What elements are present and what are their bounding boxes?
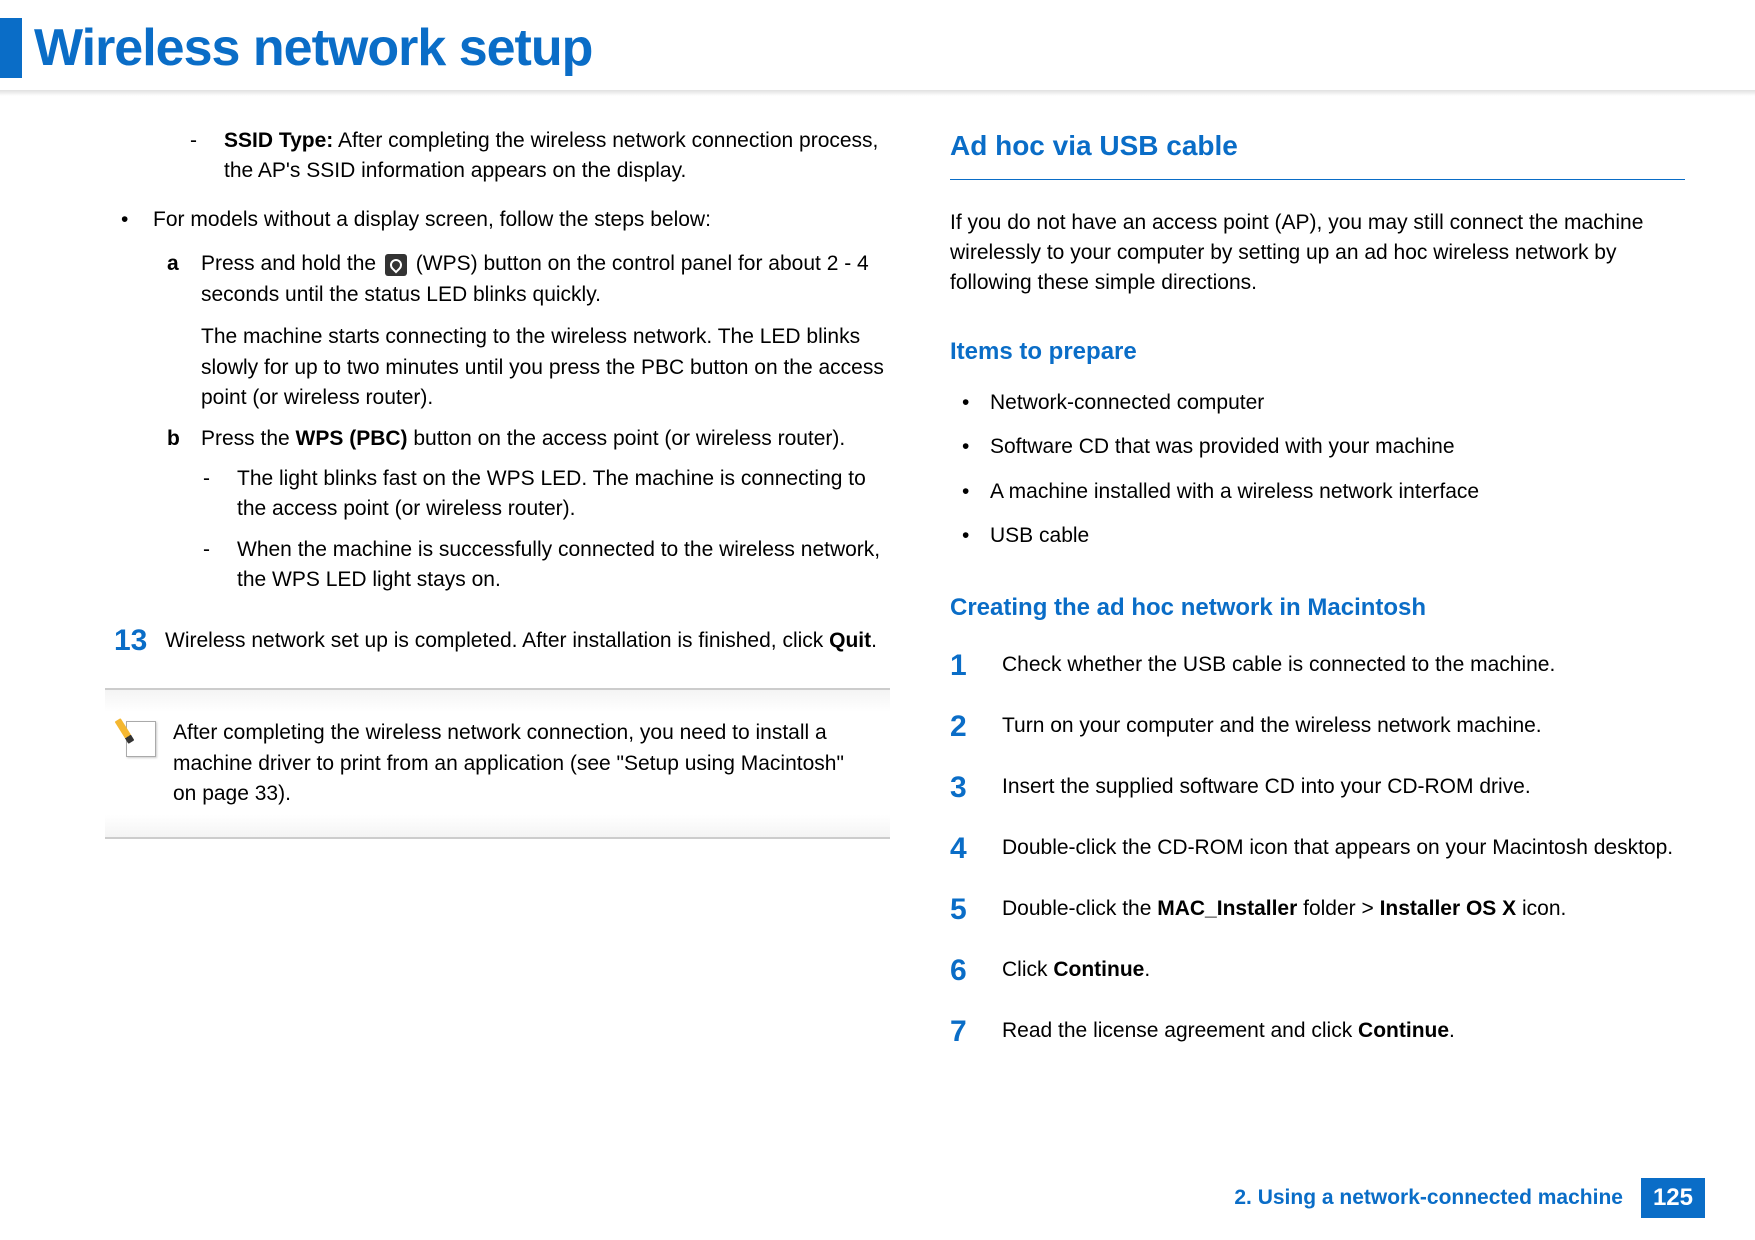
step-a-content: Press and hold the (WPS) button on the c… [201, 249, 890, 413]
step-13: 13 Wireless network set up is completed.… [105, 624, 890, 656]
step-text: Insert the supplied software CD into you… [1002, 772, 1685, 803]
adhoc-intro: If you do not have an access point (AP),… [950, 208, 1685, 299]
step-number: 4 [950, 833, 1002, 864]
step-b: b Press the WPS (PBC) button on the acce… [155, 424, 890, 454]
adhoc-step: 2Turn on your computer and the wireless … [950, 711, 1685, 742]
no-display-text: For models without a display screen, fol… [153, 205, 711, 235]
create-heading: Creating the ad hoc network in Macintosh [950, 591, 1685, 626]
step-b-dash1: - The light blinks fast on the WPS LED. … [155, 464, 890, 525]
step-number: 3 [950, 772, 1002, 803]
adhoc-step: 6Click Continue. [950, 955, 1685, 986]
prepare-item: •USB cable [950, 521, 1685, 551]
step-text: Turn on your computer and the wireless n… [1002, 711, 1685, 742]
bullet-marker: • [950, 432, 990, 462]
step-text: Double-click the CD-ROM icon that appear… [1002, 833, 1685, 864]
dash-marker: - [190, 126, 224, 187]
ssid-type-text: SSID Type: After completing the wireless… [224, 126, 890, 187]
footer: 2. Using a network-connected machine 125 [1234, 1178, 1705, 1218]
dash-marker: - [203, 535, 237, 596]
prepare-item: •Network-connected computer [950, 388, 1685, 418]
prepare-item-text: A machine installed with a wireless netw… [990, 477, 1479, 507]
adhoc-step: 1Check whether the USB cable is connecte… [950, 650, 1685, 681]
b-dash1-text: The light blinks fast on the WPS LED. Th… [237, 464, 890, 525]
prepare-item-text: USB cable [990, 521, 1089, 551]
step-text: Double-click the MAC_Installer folder > … [1002, 894, 1685, 925]
step-a-letter: a [167, 249, 201, 413]
step-text: Check whether the USB cable is connected… [1002, 650, 1685, 681]
prepare-item: •Software CD that was provided with your… [950, 432, 1685, 462]
note-icon [123, 721, 159, 757]
step-b-letter: b [167, 424, 201, 454]
bullet-marker: • [111, 205, 153, 235]
step-a: a Press and hold the (WPS) button on the… [155, 249, 890, 413]
footer-page-number: 125 [1641, 1178, 1705, 1218]
header-accent [0, 18, 22, 78]
step-text: Read the license agreement and click Con… [1002, 1016, 1685, 1047]
prepare-item-text: Software CD that was provided with your … [990, 432, 1455, 462]
bullet-marker: • [950, 477, 990, 507]
adhoc-step: 4Double-click the CD-ROM icon that appea… [950, 833, 1685, 864]
b-dash2-text: When the machine is successfully connect… [237, 535, 890, 596]
ssid-type-item: - SSID Type: After completing the wirele… [155, 126, 890, 187]
adhoc-step: 5Double-click the MAC_Installer folder >… [950, 894, 1685, 925]
note-text: After completing the wireless network co… [173, 718, 866, 809]
step-number: 6 [950, 955, 1002, 986]
step-number: 1 [950, 650, 1002, 681]
step-13-text: Wireless network set up is completed. Af… [165, 624, 890, 656]
step-number: 5 [950, 894, 1002, 925]
note-box: After completing the wireless network co… [105, 688, 890, 839]
page-title: Wireless network setup [34, 18, 592, 78]
step-b-content: Press the WPS (PBC) button on the access… [201, 424, 890, 454]
step-text: Click Continue. [1002, 955, 1685, 986]
step-a-para2: The machine starts connecting to the wir… [201, 322, 890, 413]
bullet-marker: • [950, 521, 990, 551]
step-number: 7 [950, 1016, 1002, 1047]
step-13-num: 13 [105, 624, 165, 656]
prepare-item: •A machine installed with a wireless net… [950, 477, 1685, 507]
header-divider [0, 90, 1755, 96]
no-display-bullet: • For models without a display screen, f… [111, 205, 890, 235]
step-number: 2 [950, 711, 1002, 742]
prepare-item-text: Network-connected computer [990, 388, 1264, 418]
adhoc-heading: Ad hoc via USB cable [950, 126, 1685, 180]
adhoc-step: 7Read the license agreement and click Co… [950, 1016, 1685, 1047]
bullet-marker: • [950, 388, 990, 418]
adhoc-step: 3Insert the supplied software CD into yo… [950, 772, 1685, 803]
wps-icon [385, 254, 407, 276]
step-b-dash2: - When the machine is successfully conne… [155, 535, 890, 596]
footer-chapter: 2. Using a network-connected machine [1234, 1186, 1623, 1210]
items-heading: Items to prepare [950, 335, 1685, 370]
dash-marker: - [203, 464, 237, 525]
